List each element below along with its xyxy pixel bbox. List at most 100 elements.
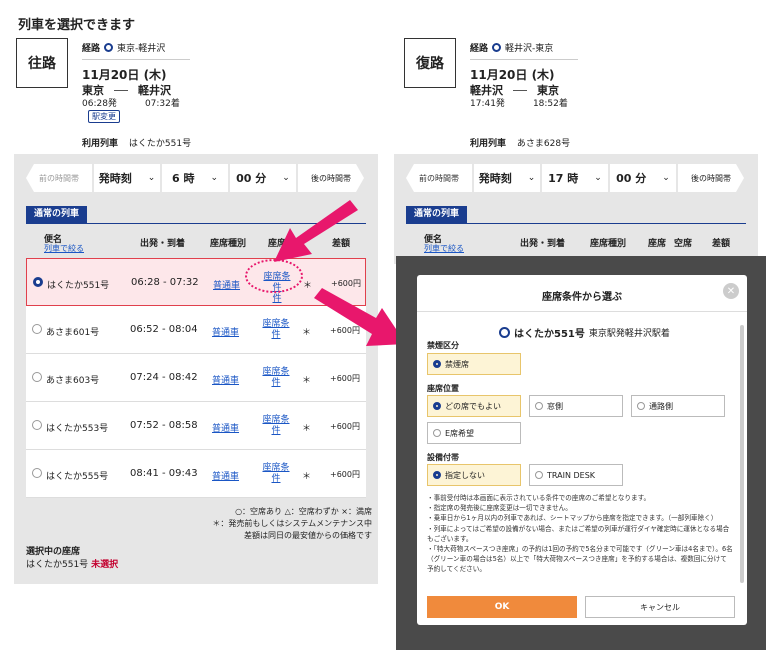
outbound-route: 経路 東京-軽井沢	[82, 41, 165, 54]
outbound-date: 11月20日 (木)	[82, 68, 167, 82]
vacancy-mark: ＊	[302, 424, 312, 434]
radio-button[interactable]	[32, 324, 42, 334]
price-diff: +600円	[330, 422, 360, 431]
option-label: 通路側	[649, 401, 673, 411]
table-row[interactable]: はくたか555号 08:41 - 09:43 普通車 座席条件 ＊ +600円	[26, 450, 366, 498]
selected-seat-status: 未選択	[91, 560, 119, 570]
smoking-label: 禁煙区分	[427, 341, 459, 350]
seat-condition-text: 座席条	[262, 367, 290, 377]
dep-time: 17:41発	[470, 99, 505, 109]
selected-seat-train: はくたか551号	[26, 560, 89, 570]
chevron-down-icon: ⌄	[662, 173, 670, 183]
return-label: 復路	[404, 38, 456, 88]
train-icon	[499, 327, 510, 338]
modal-train-name: はくたか551号	[514, 329, 585, 340]
mode-select[interactable]: 発時刻 ⌄	[94, 164, 160, 192]
station-change-button[interactable]: 駅変更	[88, 110, 120, 123]
divider	[406, 223, 746, 224]
chevron-down-icon: ⌄	[527, 173, 536, 183]
arrow-down-right-icon	[314, 288, 406, 346]
seat-type-link[interactable]: 普通車	[212, 469, 239, 482]
radio-button[interactable]	[32, 372, 42, 382]
mode-select[interactable]: 発時刻 ⌄	[474, 164, 540, 192]
facility-label: 設備付帯	[427, 453, 459, 462]
table-row[interactable]: あさま603号 07:24 - 08:42 普通車 座席条件 ＊ +600円	[26, 354, 366, 402]
option-train-desk[interactable]: TRAIN DESK	[529, 464, 623, 486]
radio-icon	[433, 402, 441, 410]
option-e-seat[interactable]: E席希望	[427, 422, 521, 444]
outbound-use-train: 利用列車 はくたか551号	[82, 136, 191, 149]
ok-button[interactable]: OK	[427, 596, 577, 618]
col-seat-type: 座席種別	[590, 239, 627, 249]
radio-button[interactable]	[32, 468, 42, 478]
radio-button[interactable]	[33, 277, 43, 287]
note-line: ・列車によってはご希望の設備がない場合、またはご希望の列車が運行ダイヤ確定時に運…	[427, 524, 730, 543]
option-window[interactable]: 窓側	[529, 395, 623, 417]
divider	[470, 59, 578, 60]
cancel-button[interactable]: キャンセル	[585, 596, 735, 618]
radio-icon	[535, 402, 543, 410]
filter-by-train-link[interactable]: 列車で絞る	[44, 243, 84, 254]
hour-select[interactable]: 17 時 ⌄	[542, 164, 608, 192]
option-no-preference[interactable]: 指定しない	[427, 464, 521, 486]
legend-line: ＊：発売前もしくはシステムメンテナンス中	[212, 519, 372, 528]
col-time: 出発・到着	[140, 239, 186, 249]
option-aisle[interactable]: 通路側	[631, 395, 725, 417]
col-vacancy: 空席	[674, 239, 693, 249]
scrollbar[interactable]	[740, 325, 744, 583]
seat-condition-text-2: 件	[271, 426, 281, 436]
seat-condition-link[interactable]: 座席条件	[262, 319, 290, 341]
hour-select[interactable]: 6 時 ⌄	[162, 164, 228, 192]
close-icon[interactable]: ✕	[723, 283, 739, 299]
minute-select[interactable]: 00 分 ⌄	[610, 164, 676, 192]
next-time-button[interactable]: 後の時間帯	[298, 164, 364, 192]
divider	[82, 59, 190, 60]
seat-condition-link[interactable]: 座席条件	[262, 367, 290, 389]
prev-time-button[interactable]: 前の時間帯	[406, 164, 472, 192]
note-line: ・「特大荷物スペースつき座席」の予約は1回の予約で5名分まで可能です（グリーン車…	[427, 545, 733, 574]
train-name: はくたか551号	[47, 281, 110, 291]
table-header: 便名 列車で絞る 出発・到着 座席種別 座席 空席 差額	[406, 230, 746, 258]
train-name: はくたか553号	[46, 424, 109, 434]
option-any-seat[interactable]: どの席でもよい	[427, 395, 521, 417]
prev-time-button[interactable]: 前の時間帯	[26, 164, 92, 192]
table-row[interactable]: はくたか553号 07:52 - 08:58 普通車 座席条件 ＊ +600円	[26, 402, 366, 450]
option-non-smoking[interactable]: 禁煙席	[427, 353, 521, 375]
page-title: 列車を選択できます	[18, 18, 136, 33]
dash	[513, 89, 527, 91]
selected-seat: 選択中の座席 はくたか551号 未選択	[26, 544, 118, 570]
seat-type-link[interactable]: 普通車	[212, 325, 239, 338]
seat-condition-modal: 座席条件から選ぶ ✕ はくたか551号 東京駅発軽井沢駅着 禁煙区分 禁煙席 座…	[417, 275, 747, 625]
use-train-value: あさま628号	[516, 139, 571, 149]
option-label: TRAIN DESK	[547, 470, 596, 480]
seat-condition-link[interactable]: 座席条件	[262, 463, 290, 485]
seat-type-link[interactable]: 普通車	[212, 421, 239, 434]
train-time: 08:41 - 09:43	[130, 468, 198, 479]
radio-icon	[433, 471, 441, 479]
arrow-down-left-icon	[274, 200, 358, 262]
time-bar: 前の時間帯 発時刻 ⌄ 17 時 ⌄ 00 分 ⌄ 後の時間帯	[406, 164, 746, 192]
option-label: E席希望	[445, 428, 475, 438]
tab-regular-trains[interactable]: 通常の列車	[26, 206, 88, 223]
filter-by-train-link[interactable]: 列車で絞る	[424, 243, 464, 254]
train-time: 06:28 - 07:32	[131, 277, 199, 288]
train-time: 06:52 - 08:04	[130, 324, 198, 335]
return-route: 経路 軽井沢-東京	[470, 41, 553, 54]
use-train-value: はくたか551号	[128, 139, 192, 149]
minute-select[interactable]: 00 分 ⌄	[230, 164, 296, 192]
seat-type-link[interactable]: 普通車	[212, 373, 239, 386]
route-label: 経路	[470, 44, 489, 54]
radio-button[interactable]	[32, 420, 42, 430]
vacancy-mark: ＊	[302, 472, 312, 482]
option-label: 禁煙席	[445, 359, 469, 369]
chevron-down-icon: ⌄	[210, 173, 219, 183]
radio-icon	[535, 471, 543, 479]
seat-type-link[interactable]: 普通車	[213, 278, 240, 291]
tab-regular-trains[interactable]: 通常の列車	[406, 206, 468, 223]
col-seat: 座席	[648, 239, 667, 249]
chevron-down-icon: ⌄	[282, 173, 290, 183]
seat-condition-link[interactable]: 座席条件	[262, 415, 290, 437]
return-train-list-panel: 前の時間帯 発時刻 ⌄ 17 時 ⌄ 00 分 ⌄ 後の時間帯 通常の列車 便名 列車…	[394, 154, 758, 264]
col-time: 出発・到着	[520, 239, 566, 249]
next-time-button[interactable]: 後の時間帯	[678, 164, 744, 192]
